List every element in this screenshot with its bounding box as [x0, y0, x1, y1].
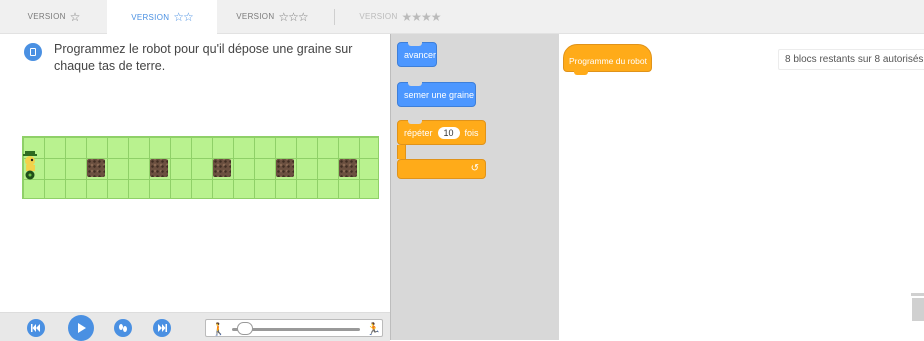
trash-icon[interactable]: [908, 291, 924, 321]
dirt-pile-icon: [87, 159, 105, 177]
program-start-label: Programme du robot: [569, 56, 647, 66]
tab-version-2[interactable]: VERSION ☆☆: [107, 0, 217, 34]
block-notch: [408, 82, 422, 86]
dirt-pile-icon: [213, 159, 231, 177]
block-semer-graine[interactable]: semer une graine: [397, 82, 476, 107]
task-panel: Programmez le robot pour qu'il dépose un…: [0, 34, 390, 341]
block-suffix: fois: [464, 127, 479, 138]
block-nub: [574, 71, 588, 75]
repeat-count-input[interactable]: 10: [437, 126, 460, 139]
block-repeter-arm: [397, 145, 406, 159]
block-label: semer une graine: [404, 89, 475, 100]
block-palette: [391, 34, 559, 340]
speed-slider[interactable]: 🚶 🏃: [205, 319, 383, 337]
tab-label: VERSION: [27, 12, 66, 21]
robot-icon: [23, 151, 37, 180]
block-label: avancer: [404, 49, 437, 60]
fast-forward-button[interactable]: [153, 319, 171, 337]
block-label: répéter: [404, 127, 433, 138]
block-avancer[interactable]: avancer: [397, 42, 437, 67]
block-notch: [408, 42, 422, 46]
block-notch: [408, 120, 422, 124]
star-icon: ★★★★: [401, 9, 442, 24]
fast-forward-icon: [158, 324, 167, 332]
star-icon: ☆☆☆: [278, 9, 308, 24]
loop-arrow-icon: ↺: [470, 163, 479, 174]
tab-divider: [334, 9, 335, 25]
tab-label: VERSION: [236, 12, 275, 21]
block-repeter-end: ↺: [397, 159, 486, 179]
tab-label: VERSION: [131, 12, 170, 22]
block-repeter[interactable]: répéter 10 fois: [397, 120, 486, 145]
instructions-text: Programmez le robot pour qu'il dépose un…: [54, 42, 353, 73]
run-icon: 🏃: [366, 322, 381, 336]
rewind-button[interactable]: [27, 319, 45, 337]
play-button[interactable]: [68, 315, 94, 341]
walk-icon: 🚶: [211, 322, 226, 336]
tab-version-3[interactable]: VERSION ☆☆☆: [217, 0, 327, 33]
step-icon: [119, 324, 127, 332]
tab-label: VERSION: [359, 12, 398, 21]
dirt-pile-icon: [150, 159, 168, 177]
program-workspace[interactable]: [560, 34, 924, 340]
step-button[interactable]: [114, 319, 132, 337]
play-icon: [78, 323, 86, 333]
dirt-pile-icon: [276, 159, 294, 177]
version-tabs: VERSION ☆ VERSION ☆☆ VERSION ☆☆☆ VERSION…: [0, 0, 924, 34]
rewind-icon: [31, 324, 40, 332]
playback-controls: 🚶 🏃: [0, 312, 390, 341]
dirt-pile-icon: [339, 159, 357, 177]
book-icon: [24, 43, 42, 61]
star-icon: ☆☆: [173, 10, 193, 24]
remaining-blocks-counter: 8 blocs restants sur 8 autorisés.: [778, 49, 924, 70]
tab-version-4[interactable]: VERSION ★★★★: [345, 0, 455, 33]
tab-version-1[interactable]: VERSION ☆: [0, 0, 107, 33]
game-grid: [22, 136, 379, 199]
star-icon: ☆: [69, 9, 81, 24]
program-start-block[interactable]: Programme du robot: [563, 44, 652, 75]
speed-thumb[interactable]: [236, 322, 253, 335]
